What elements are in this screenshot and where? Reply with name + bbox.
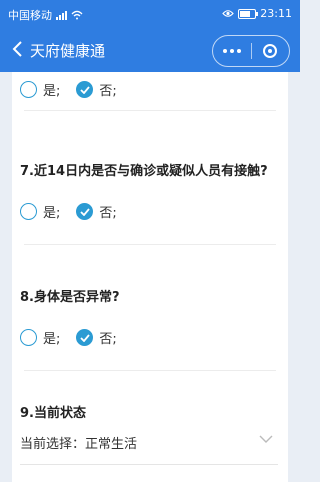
status-bar: 中国移动 23:11 xyxy=(0,0,300,28)
mini-program-capsule xyxy=(212,35,290,67)
signal-icon xyxy=(56,10,67,20)
radio-checked[interactable] xyxy=(76,81,94,98)
wifi-icon xyxy=(71,10,83,20)
question-9-title: 9.当前状态 xyxy=(20,406,86,421)
select-underline xyxy=(20,464,278,465)
question-8-title: 8.身体是否异常? xyxy=(20,290,120,305)
divider xyxy=(24,110,276,111)
option-yes[interactable]: 是; xyxy=(20,328,60,347)
target-icon xyxy=(263,44,278,58)
question-7-title: 7.近14日内是否与确诊或疑似人员有接触? xyxy=(20,164,268,179)
option-label: 是; xyxy=(43,332,61,347)
battery-icon xyxy=(238,8,259,19)
status-select[interactable]: 当前选择：正常生活 xyxy=(20,430,280,454)
page-title: 天府健康通 xyxy=(30,42,106,60)
close-button[interactable] xyxy=(252,36,290,66)
question-6-options: 是; 否; xyxy=(20,80,133,99)
status-left: 中国移动 xyxy=(8,7,83,23)
status-current-value: 当前选择：正常生活 xyxy=(20,436,138,452)
question-7-options: 是; 否; xyxy=(20,202,133,221)
option-yes[interactable]: 是; xyxy=(20,202,60,221)
option-no[interactable]: 否; xyxy=(76,80,117,99)
status-right: 23:11 xyxy=(222,7,292,20)
more-button[interactable] xyxy=(213,36,251,66)
check-icon xyxy=(80,208,91,216)
radio-checked[interactable] xyxy=(76,203,94,220)
option-label: 是; xyxy=(43,206,61,221)
nav-bar: 天府健康通 xyxy=(0,28,300,72)
carrier-label: 中国移动 xyxy=(8,9,52,22)
option-label: 否; xyxy=(99,84,117,99)
option-label: 否; xyxy=(99,206,117,221)
divider xyxy=(24,370,276,371)
eye-icon xyxy=(222,10,235,17)
more-dots-icon xyxy=(222,49,241,53)
check-icon xyxy=(80,86,91,94)
clock-time: 23:11 xyxy=(260,7,292,20)
radio-unchecked[interactable] xyxy=(20,81,37,98)
option-label: 否; xyxy=(99,332,117,347)
option-no[interactable]: 否; xyxy=(76,202,117,221)
option-no[interactable]: 否; xyxy=(76,328,117,347)
chevron-down-icon xyxy=(259,435,273,443)
radio-checked[interactable] xyxy=(76,329,94,346)
divider xyxy=(24,244,276,245)
radio-unchecked[interactable] xyxy=(20,329,37,346)
option-yes[interactable]: 是; xyxy=(20,80,60,99)
option-label: 是; xyxy=(43,84,61,99)
form-card: 是; 否; 7.近14日内是否与确诊或疑似人员有接触? 是; 否; 8.身体是否… xyxy=(12,72,288,482)
radio-unchecked[interactable] xyxy=(20,203,37,220)
back-icon[interactable] xyxy=(10,38,26,60)
check-icon xyxy=(80,334,91,342)
question-8-options: 是; 否; xyxy=(20,328,133,347)
